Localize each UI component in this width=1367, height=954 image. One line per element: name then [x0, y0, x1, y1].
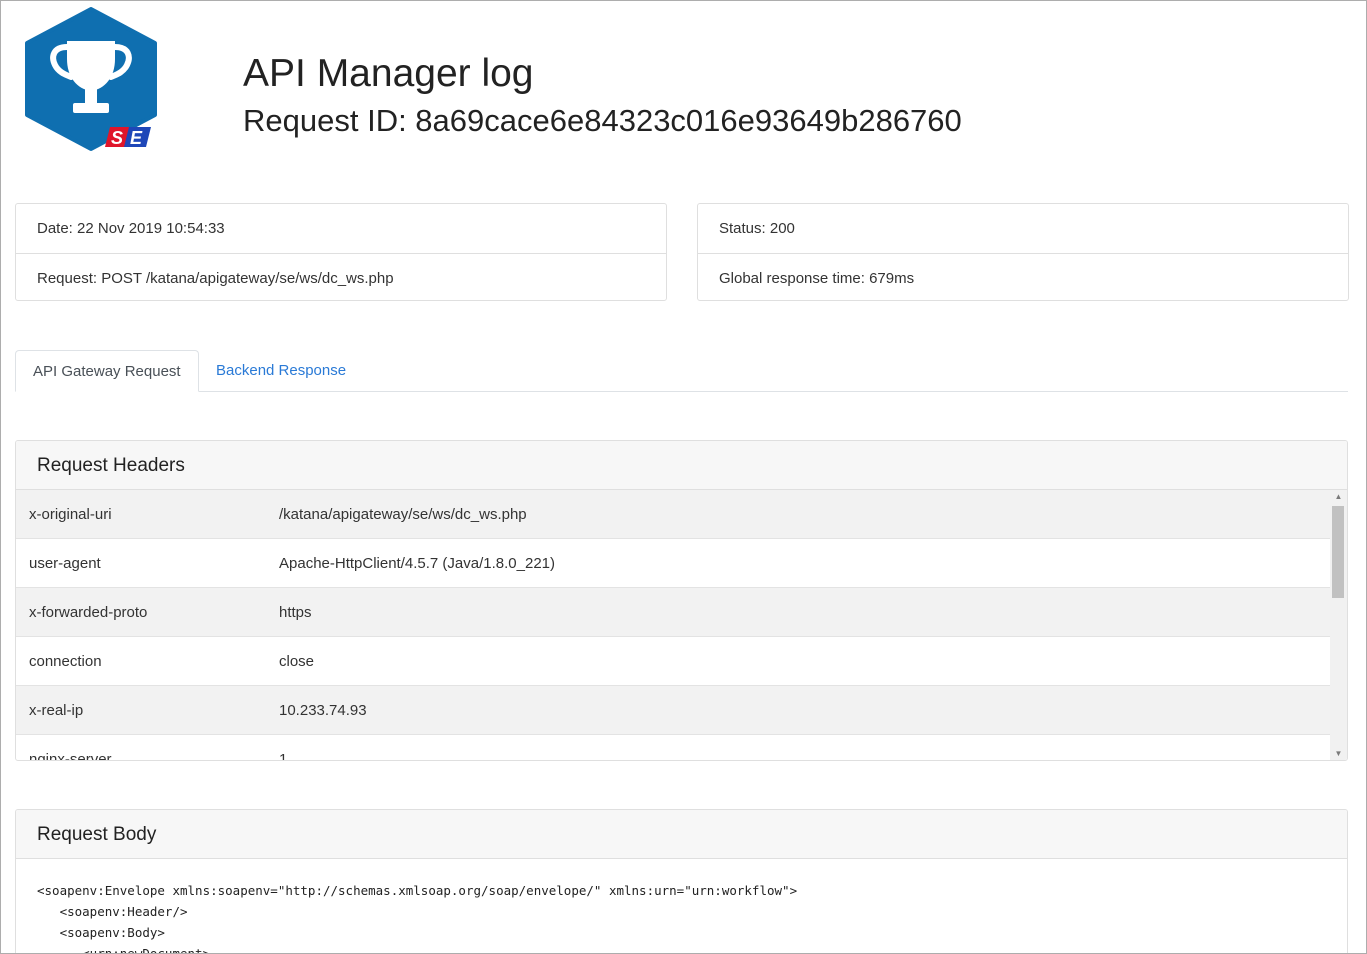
request-id: Request ID: 8a69cace6e84323c016e93649b28…	[243, 103, 962, 138]
table-row: connection close	[16, 637, 1330, 686]
request-body-card: Request Body <soapenv:Envelope xmlns:soa…	[15, 809, 1348, 954]
scroll-up-arrow-icon[interactable]: ▲	[1330, 490, 1347, 504]
page-frame: S E API Manager log Request ID: 8a69cace…	[0, 0, 1367, 954]
tab-bar: API Gateway Request Backend Response	[15, 350, 1348, 392]
request-row: Request: POST /katana/apigateway/se/ws/d…	[16, 253, 666, 302]
header-value: close	[279, 653, 315, 670]
header-key: connection	[29, 653, 102, 670]
code-line: <soapenv:Body>	[37, 925, 165, 940]
table-row: x-forwarded-proto https	[16, 588, 1330, 637]
tab-backend-response[interactable]: Backend Response	[199, 350, 363, 392]
header-key: x-forwarded-proto	[29, 604, 148, 621]
header-key: x-original-uri	[29, 506, 112, 523]
header-value: 1	[279, 751, 288, 761]
tab-api-gateway-request[interactable]: API Gateway Request	[15, 350, 199, 392]
header-value: Apache-HttpClient/4.5.7 (Java/1.8.0_221)	[279, 555, 555, 572]
scroll-thumb[interactable]	[1332, 506, 1344, 598]
code-line: <urn:newDocument>	[37, 946, 211, 954]
code-line: <soapenv:Header/>	[37, 904, 188, 919]
se-logo: S E	[23, 7, 159, 153]
header-key: user-agent	[29, 555, 101, 572]
table-row: x-real-ip 10.233.74.93	[16, 686, 1330, 735]
request-headers-card: Request Headers x-original-uri /katana/a…	[15, 440, 1348, 761]
response-time-row: Global response time: 679ms	[698, 253, 1348, 302]
date-row: Date: 22 Nov 2019 10:54:33	[37, 220, 225, 237]
table-row: x-original-uri /katana/apigateway/se/ws/…	[16, 490, 1330, 539]
se-badge-icon: S E	[105, 127, 151, 148]
page-title: API Manager log	[243, 52, 534, 95]
header-key: x-real-ip	[29, 702, 84, 719]
headers-scrollbar[interactable]: ▲ ▼	[1330, 490, 1347, 760]
svg-text:S: S	[111, 128, 123, 148]
title-block: API Manager log Request ID: 8a69cace6e84…	[243, 51, 962, 140]
header-key: nginx-server	[29, 751, 112, 761]
table-row: user-agent Apache-HttpClient/4.5.7 (Java…	[16, 539, 1330, 588]
request-body-code: <soapenv:Envelope xmlns:soapenv="http://…	[16, 859, 1347, 954]
table-row: nginx-server 1	[16, 735, 1330, 761]
headers-table[interactable]: x-original-uri /katana/apigateway/se/ws/…	[16, 490, 1347, 761]
request-info-card: Date: 22 Nov 2019 10:54:33 Request: POST…	[15, 203, 667, 301]
svg-text:E: E	[130, 128, 143, 148]
code-line: <soapenv:Envelope xmlns:soapenv="http://…	[37, 883, 798, 898]
response-info-card: Status: 200 Global response time: 679ms	[697, 203, 1349, 301]
request-body-title: Request Body	[16, 810, 1347, 859]
header-value: /katana/apigateway/se/ws/dc_ws.php	[279, 506, 527, 523]
header-value: https	[279, 604, 312, 621]
header-value: 10.233.74.93	[279, 702, 367, 719]
request-headers-title: Request Headers	[16, 441, 1347, 490]
scroll-down-arrow-icon[interactable]: ▼	[1330, 747, 1347, 760]
status-row: Status: 200	[719, 220, 795, 237]
